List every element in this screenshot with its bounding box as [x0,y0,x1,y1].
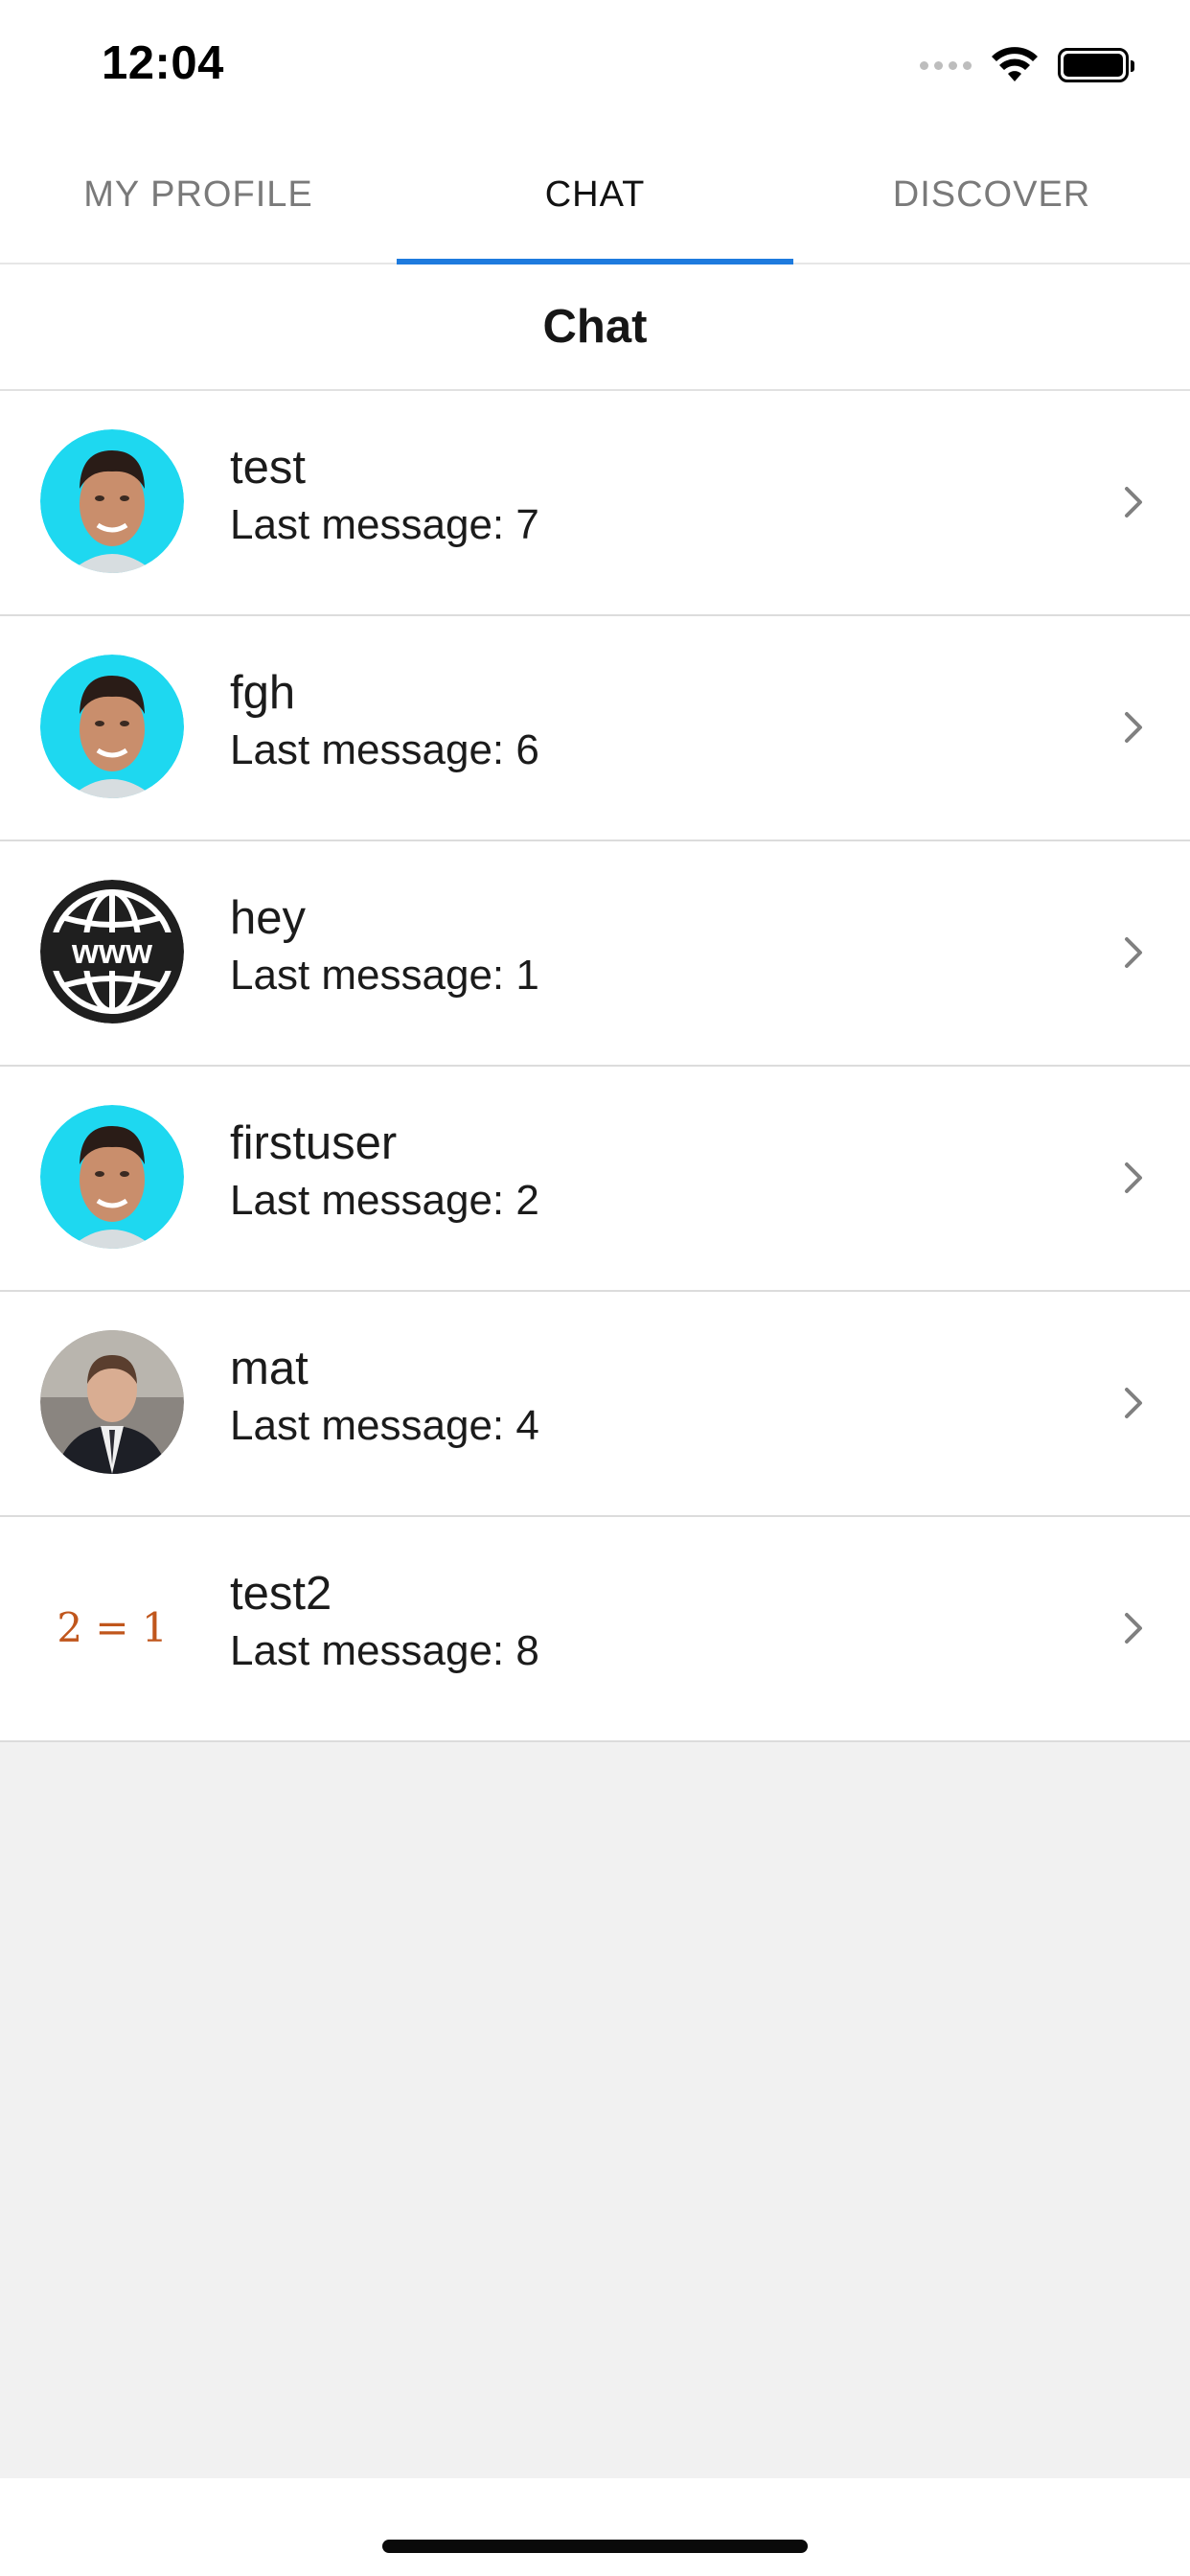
chevron-right-icon [1125,1388,1142,1418]
top-tab-bar: MY PROFILE CHAT DISCOVER [0,126,1190,264]
tab-chat[interactable]: CHAT [397,126,793,264]
status-icons [920,44,1134,86]
home-indicator[interactable] [382,2540,808,2553]
chat-last-message: Last message: 6 [230,725,539,773]
chevron-right-icon [1125,487,1142,518]
cellular-signal-icon [920,60,972,70]
status-time: 12:04 [102,37,224,89]
chat-name: hey [230,892,307,944]
tab-label: DISCOVER [892,173,1091,215]
chat-row-fgh[interactable]: fgh Last message: 6 [0,616,1190,841]
chat-text: fgh Last message: 6 [230,667,539,773]
chat-row-mat[interactable]: mat Last message: 4 [0,1292,1190,1517]
chevron-right-icon [1125,712,1142,743]
status-bar: 12:04 [0,0,1190,126]
chevron-right-icon [1125,1162,1142,1193]
chat-last-message: Last message: 7 [230,500,539,548]
globe-label: www [71,932,153,971]
chat-name: test [230,442,306,494]
globe-www-icon: www [40,880,184,1024]
chat-name: mat [230,1343,309,1394]
tab-discover[interactable]: DISCOVER [793,126,1190,263]
chat-last-message: Last message: 1 [230,951,539,999]
page-title: Chat [542,301,648,353]
chat-row-firstuser[interactable]: firstuser Last message: 2 [0,1067,1190,1292]
chat-row-test2[interactable]: 2 = 1 test2 Last message: 8 [0,1517,1190,1742]
chat-list: test Last message: 7 fgh Last message: 6 [0,391,1190,1742]
home-area [0,2478,1190,2576]
avatar [40,1105,184,1249]
chevron-right-icon [1125,1613,1142,1644]
avatar: www [40,880,184,1024]
battery-icon [1058,48,1134,82]
chat-row-test[interactable]: test Last message: 7 [0,391,1190,616]
tab-label: MY PROFILE [83,173,313,215]
chat-name: test2 [230,1568,332,1620]
wifi-icon [992,47,1038,81]
avatar [40,429,184,573]
chat-last-message: Last message: 2 [230,1176,539,1224]
chat-text: test2 Last message: 8 [230,1568,539,1674]
chat-row-hey[interactable]: www hey Last message: 1 [0,841,1190,1067]
chat-last-message: Last message: 8 [230,1626,539,1674]
avatar [40,1330,184,1474]
chat-text: test Last message: 7 [230,442,539,548]
chat-name: firstuser [230,1117,398,1169]
avatar [40,655,184,798]
empty-list-area [0,1742,1190,2478]
tab-label: CHAT [544,173,646,215]
avatar: 2 = 1 [57,1603,168,1651]
section-header: Chat [0,264,1190,391]
tab-my-profile[interactable]: MY PROFILE [0,126,397,263]
chat-text: firstuser Last message: 2 [230,1117,539,1224]
chat-text: hey Last message: 1 [230,892,539,999]
chat-name: fgh [230,667,296,719]
chevron-right-icon [1125,937,1142,968]
chat-text: mat Last message: 4 [230,1343,539,1449]
chat-last-message: Last message: 4 [230,1401,539,1449]
